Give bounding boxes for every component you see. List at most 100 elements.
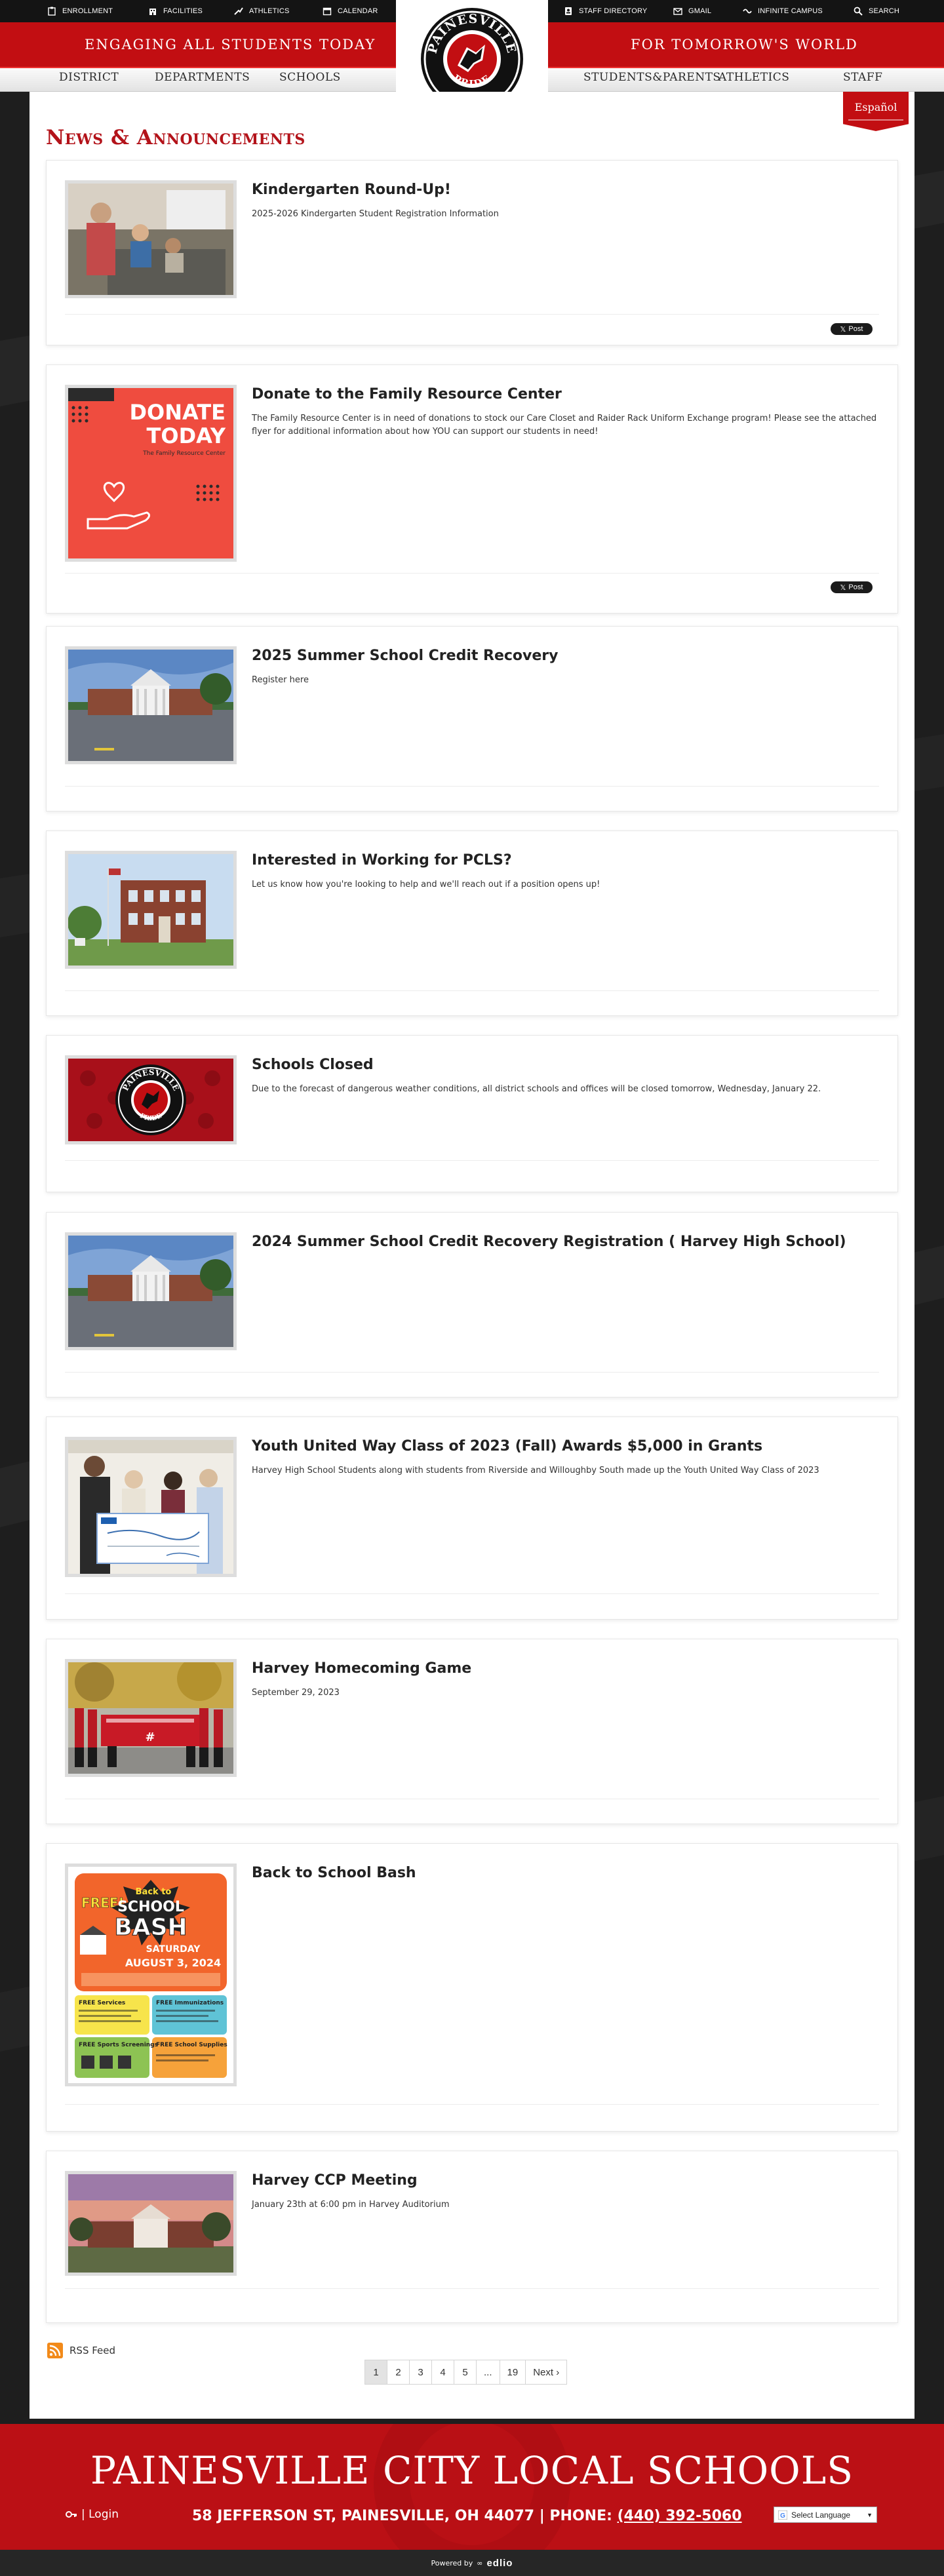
page-5[interactable]: 5: [454, 2360, 477, 2384]
divider: [65, 2104, 879, 2105]
divider: [65, 1372, 879, 1373]
page-3[interactable]: 3: [410, 2360, 432, 2384]
news-thumbnail[interactable]: [65, 180, 237, 298]
post-label: Post: [848, 325, 863, 333]
page-4[interactable]: 4: [432, 2360, 454, 2384]
news-thumbnail[interactable]: [65, 2171, 237, 2276]
calendar-icon: [323, 7, 332, 16]
google-icon: G: [778, 2510, 787, 2520]
facilities-link[interactable]: FACILITIES: [148, 5, 203, 17]
address-text: 58 JEFFERSON ST, PAINESVILLE, OH 44077 |…: [192, 2508, 618, 2524]
flyer-back: Back to: [136, 1887, 172, 1897]
divider: [65, 1160, 879, 1161]
page-1[interactable]: 1: [365, 2360, 387, 2384]
flyer-school: SCHOOL: [117, 1899, 184, 1915]
news-thumbnail[interactable]: FREE! Back to SCHOOL BASH SATURDAY AUGUS…: [65, 1864, 237, 2086]
campus-icon: [743, 9, 752, 14]
rss-label: RSS Feed: [69, 2345, 116, 2356]
news-thumbnail[interactable]: [65, 851, 237, 969]
news-title[interactable]: Kindergarten Round-Up!: [252, 182, 451, 198]
espanol-button[interactable]: Español: [843, 92, 909, 131]
news-thumbnail[interactable]: #: [65, 1659, 237, 1777]
gmail-link[interactable]: GMAIL: [673, 5, 711, 17]
news-thumbnail[interactable]: PAINESVILLE PRIDE: [65, 1055, 237, 1144]
right-tagline: FOR TOMORROW'S WORLD: [631, 37, 858, 52]
flyer-box3: FREE Sports Screenings: [79, 2042, 158, 2048]
post-label: Post: [848, 583, 863, 591]
news-item: PAINESVILLE PRIDE Schools Closed Due to …: [46, 1035, 898, 1192]
nav-departments[interactable]: DEPARTMENTS: [155, 71, 250, 84]
staff-directory-label: STAFF DIRECTORY: [579, 7, 648, 15]
news-description: Due to the forecast of dangerous weather…: [252, 1084, 821, 1094]
news-item: Kindergarten Round-Up! 2025-2026 Kinderg…: [46, 160, 898, 345]
next-page[interactable]: Next ›: [526, 2360, 566, 2384]
x-icon: 𝕏: [840, 325, 846, 334]
page-2[interactable]: 2: [387, 2360, 410, 2384]
news-thumbnail[interactable]: [65, 646, 237, 764]
post-button[interactable]: 𝕏 Post: [831, 323, 873, 335]
nav-district[interactable]: DISTRICT: [59, 71, 119, 84]
phone-link[interactable]: (440) 392-5060: [618, 2508, 742, 2524]
news-title[interactable]: 2025 Summer School Credit Recovery: [252, 648, 559, 664]
news-title[interactable]: Donate to the Family Resource Center: [252, 386, 562, 402]
svg-text:G: G: [780, 2512, 785, 2520]
school-dusk-photo: [68, 2174, 233, 2273]
svg-text:#: #: [145, 1730, 155, 1744]
facilities-label: FACILITIES: [163, 7, 203, 15]
gmail-label: GMAIL: [688, 7, 712, 15]
language-select[interactable]: G Select Language ▼: [774, 2507, 877, 2523]
search-link[interactable]: SEARCH: [854, 5, 899, 17]
news-title[interactable]: Harvey Homecoming Game: [252, 1660, 471, 1677]
news-thumbnail[interactable]: [65, 1232, 237, 1350]
infinite-campus-link[interactable]: INFINITE CAMPUS: [743, 5, 823, 17]
login-link[interactable]: | Login: [66, 2508, 119, 2521]
news-title[interactable]: Interested in Working for PCLS?: [252, 852, 512, 868]
news-title[interactable]: Harvey CCP Meeting: [252, 2172, 418, 2189]
powered-label: Powered by: [431, 2558, 473, 2567]
classroom-photo: [68, 184, 233, 295]
flyer-box1: FREE Services: [79, 2000, 125, 2006]
nav-students-parents[interactable]: STUDENTS&PARENTS: [583, 71, 721, 84]
news-item: # Harvey Homecoming Game September 29, 2…: [46, 1639, 898, 1824]
mail-icon: [673, 8, 682, 15]
pagination: 1 2 3 4 5 ... 19 Next ›: [364, 2360, 568, 2385]
news-title[interactable]: Schools Closed: [252, 1057, 374, 1073]
enrollment-link[interactable]: ENROLLMENT: [47, 5, 113, 17]
news-description[interactable]: Register here: [252, 674, 881, 687]
language-label: Select Language: [791, 2510, 851, 2520]
staff-directory-link[interactable]: STAFF DIRECTORY: [564, 5, 647, 17]
infinite-campus-label: INFINITE CAMPUS: [758, 7, 823, 15]
nav-athletics[interactable]: ATHLETICS: [718, 71, 789, 84]
flyer-heading-2: TODAY: [147, 423, 226, 448]
news-item: 2025 Summer School Credit Recovery Regis…: [46, 626, 898, 811]
news-thumbnail[interactable]: DONATE TODAY The Family Resource Center: [65, 385, 237, 562]
nav-staff[interactable]: STAFF: [843, 71, 882, 84]
powered-by[interactable]: Powered by ∞ edlio: [0, 2550, 944, 2576]
rss-feed-link[interactable]: RSS Feed: [47, 2343, 115, 2358]
clipboard-icon: [48, 7, 56, 16]
athletics-top-link[interactable]: ATHLETICS: [234, 5, 290, 17]
divider: [65, 573, 879, 574]
school-building-photo: [68, 1236, 233, 1347]
nav-schools[interactable]: SCHOOLS: [279, 71, 341, 84]
athletics-top-label: ATHLETICS: [249, 7, 290, 15]
news-item: DONATE TODAY The Family Resource Center …: [46, 364, 898, 614]
enrollment-label: ENROLLMENT: [62, 7, 113, 15]
news-title[interactable]: 2024 Summer School Credit Recovery Regis…: [252, 1234, 846, 1250]
news-title[interactable]: Back to School Bash: [252, 1865, 416, 1881]
school-building-photo: [68, 650, 233, 761]
pride-logo-graphic: PAINESVILLE PRIDE: [68, 1059, 233, 1141]
news-description: January 23th at 6:00 pm in Harvey Audito…: [252, 2200, 450, 2210]
login-label: | Login: [81, 2508, 119, 2521]
brick-school-photo: [68, 854, 233, 966]
key-icon: [66, 2511, 77, 2518]
page-19[interactable]: 19: [500, 2360, 526, 2384]
post-button[interactable]: 𝕏 Post: [831, 581, 873, 593]
calendar-link[interactable]: CALENDAR: [323, 5, 378, 17]
news-item: Interested in Working for PCLS? Let us k…: [46, 830, 898, 1016]
news-item: 2024 Summer School Credit Recovery Regis…: [46, 1212, 898, 1397]
news-thumbnail[interactable]: [65, 1437, 237, 1577]
calendar-label: CALENDAR: [338, 7, 378, 15]
news-title[interactable]: Youth United Way Class of 2023 (Fall) Aw…: [252, 1438, 762, 1454]
chevron-down-icon: ▼: [867, 2511, 873, 2518]
